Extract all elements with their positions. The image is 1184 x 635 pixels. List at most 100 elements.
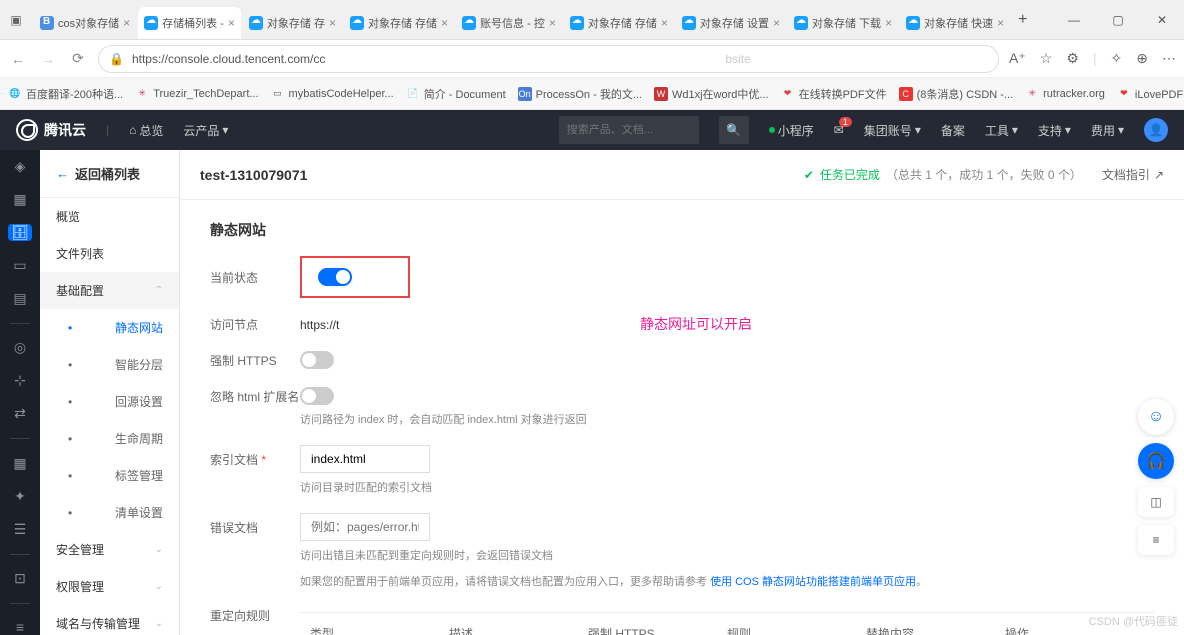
nav-support[interactable]: 支持 ▾	[1038, 122, 1071, 139]
browser-tab[interactable]: 对象存储 快速×	[900, 7, 1010, 39]
bookmark-item[interactable]: WWd1xj在word中优...	[654, 86, 769, 102]
close-icon[interactable]: ×	[228, 16, 235, 30]
bookmark-item[interactable]: 📄简介 - Document	[406, 86, 506, 102]
col-https: 强制 HTTPS	[588, 625, 727, 635]
nav-item-overview[interactable]: 概览	[40, 198, 179, 235]
bookmarks-bar: 🌐百度翻译-200种语... ✳Truezir_TechDepart... ▭m…	[0, 78, 1184, 110]
nav-item-basic-config[interactable]: 基础配置⌃	[40, 272, 179, 309]
favorite-icon[interactable]: ☆	[1040, 50, 1053, 67]
nav-item-tags[interactable]: • 标签管理	[40, 457, 179, 494]
nav-item-domain[interactable]: 域名与传输管理⌄	[40, 605, 179, 635]
close-window-button[interactable]: ✕	[1140, 0, 1184, 40]
nav-item-inventory[interactable]: • 清单设置	[40, 494, 179, 531]
section-title: 静态网站	[210, 220, 1154, 240]
rail-icon-route[interactable]: ⇄	[8, 405, 32, 422]
search-input[interactable]	[567, 124, 691, 136]
close-icon[interactable]: ×	[773, 16, 780, 30]
close-icon[interactable]: ×	[997, 16, 1004, 30]
index-doc-input[interactable]	[300, 445, 430, 473]
table-header: 类型 描述 强制 HTTPS 规则 替换内容 操作	[300, 613, 1154, 635]
browser-tab[interactable]: 对象存储 存×	[243, 7, 342, 39]
bookmark-item[interactable]: ✳Truezir_TechDepart...	[135, 87, 258, 101]
minimize-button[interactable]: —	[1052, 0, 1096, 40]
bookmark-item[interactable]: ❤在线转换PDF文件	[781, 86, 887, 102]
browser-tab[interactable]: 对象存储 下载×	[788, 7, 898, 39]
close-icon[interactable]: ×	[885, 16, 892, 30]
nav-item-lifecycle[interactable]: • 生命周期	[40, 420, 179, 457]
nav-beian[interactable]: 备案	[941, 122, 965, 139]
browser-tab[interactable]: 对象存储 设置×	[676, 7, 786, 39]
nav-item-static-site[interactable]: • 静态网站	[40, 309, 179, 346]
rail-icon-flow[interactable]: ⊹	[8, 372, 32, 389]
brand-logo[interactable]: 腾讯云	[16, 119, 86, 141]
close-icon[interactable]: ×	[123, 16, 130, 30]
library-icon[interactable]: ⊕	[1136, 50, 1148, 67]
nav-back-link[interactable]: ←返回桶列表	[40, 150, 179, 198]
sidebar-toggle-icon[interactable]: ▣	[0, 13, 32, 27]
rail-icon-doc[interactable]: ▤	[8, 290, 32, 307]
nav-item-permissions[interactable]: 权限管理⌄	[40, 568, 179, 605]
rail-icon-app[interactable]: ▦	[8, 455, 32, 472]
rail-icon-cube[interactable]: ◈	[8, 158, 32, 175]
rail-icon-wrench[interactable]: ✦	[8, 488, 32, 505]
list-button[interactable]: ≡	[1138, 525, 1174, 555]
browser-tab[interactable]: cos对象存储×	[34, 7, 136, 39]
url-field[interactable]: 🔒 https://console.cloud.tencent.com/ccbs…	[98, 45, 999, 73]
bookmark-item[interactable]: ✳rutracker.org	[1025, 87, 1105, 101]
ignore-ext-toggle[interactable]	[300, 387, 334, 405]
rail-icon-collapse[interactable]: ≡	[8, 619, 32, 635]
browser-tab[interactable]: 账号信息 - 控×	[456, 7, 562, 39]
nav-tools[interactable]: 工具 ▾	[985, 122, 1018, 139]
avatar[interactable]: 👤	[1144, 118, 1168, 142]
bookmark-item[interactable]: 🌐百度翻译-200种语...	[8, 86, 123, 102]
close-icon[interactable]: ×	[441, 16, 448, 30]
browser-tab[interactable]: 对象存储 存储×	[344, 7, 454, 39]
close-icon[interactable]: ×	[661, 16, 668, 30]
new-tab-button[interactable]: +	[1010, 11, 1035, 29]
spa-help-link[interactable]: 使用 COS 静态网站功能搭建前端单页应用	[710, 576, 916, 588]
nav-account[interactable]: 集团账号 ▾	[864, 122, 921, 139]
rail-icon-globe[interactable]: ◎	[8, 339, 32, 356]
nav-cost[interactable]: 费用 ▾	[1091, 122, 1124, 139]
bookmark-item[interactable]: C(8条消息) CSDN -...	[899, 86, 1014, 102]
nav-item-tiering[interactable]: • 智能分层	[40, 346, 179, 383]
status-toggle[interactable]	[318, 268, 352, 286]
forward-icon[interactable]: →	[38, 51, 58, 67]
header-search[interactable]	[559, 116, 699, 144]
nav-miniapp[interactable]: 小程序	[769, 122, 814, 139]
browser-tab-active[interactable]: 存储桶列表 - ×	[138, 7, 241, 39]
search-button[interactable]: 🔍	[719, 116, 749, 144]
error-doc-input[interactable]	[300, 513, 430, 541]
browser-tab[interactable]: 对象存储 存储×	[564, 7, 674, 39]
doc-guide-link[interactable]: 文档指引 ↗	[1102, 166, 1164, 183]
bookmark-item[interactable]: OnProcessOn - 我的文...	[518, 86, 642, 102]
settings-icon[interactable]: ⚙	[1066, 50, 1079, 67]
nav-products[interactable]: 云产品 ▾	[183, 122, 228, 139]
rail-icon-calendar[interactable]: ▭	[8, 257, 32, 274]
mail-icon[interactable]: ✉	[834, 123, 844, 137]
nav-overview[interactable]: ⌂ 总览	[129, 122, 163, 139]
nav-item-security[interactable]: 安全管理⌄	[40, 531, 179, 568]
bookmark-item[interactable]: ▭mybatisCodeHelper...	[271, 87, 394, 101]
close-icon[interactable]: ×	[549, 16, 556, 30]
maximize-button[interactable]: ▢	[1096, 0, 1140, 40]
support-button[interactable]: 🎧	[1138, 443, 1174, 479]
book-button[interactable]: ◫	[1138, 487, 1174, 517]
rail-icon-grid[interactable]: ▦	[8, 191, 32, 208]
collections-icon[interactable]: ✧	[1111, 50, 1123, 67]
reader-icon[interactable]: A⁺	[1009, 50, 1026, 67]
emoji-button[interactable]: ☺	[1138, 399, 1174, 435]
more-icon[interactable]: ⋯	[1162, 50, 1176, 67]
close-icon[interactable]: ×	[329, 16, 336, 30]
rail-icon-storage[interactable]: 🗄	[8, 224, 32, 241]
back-icon[interactable]: ←	[8, 51, 28, 67]
nav-item-files[interactable]: 文件列表	[40, 235, 179, 272]
force-https-toggle[interactable]	[300, 351, 334, 369]
refresh-icon[interactable]: ⟳	[68, 50, 88, 67]
rail-icon-other[interactable]: ⊡	[8, 570, 32, 587]
bookmark-item[interactable]: ❤iLovePDF |面向 PDF...	[1117, 86, 1184, 102]
tab-favicon	[350, 16, 364, 30]
rail-icon-list[interactable]: ☰	[8, 521, 32, 538]
task-status[interactable]: ✔ 任务已完成 （总共 1 个，成功 1 个，失败 0 个）	[804, 166, 1082, 183]
nav-item-origin[interactable]: • 回源设置	[40, 383, 179, 420]
